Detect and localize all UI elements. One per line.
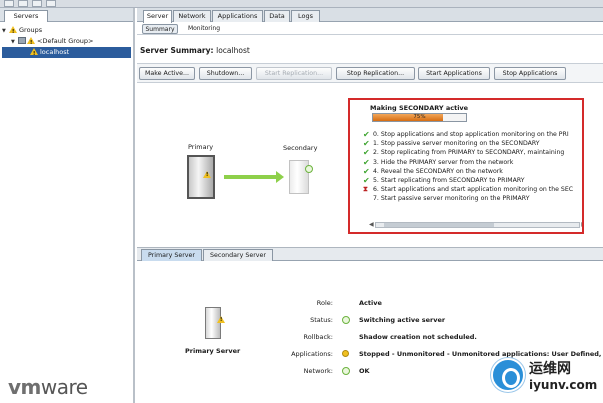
server-tree: ▼Groups ▼<Default Group> localhost	[0, 22, 133, 61]
step-list: ✔ 0. Stop applications and stop applicati…	[363, 130, 582, 204]
make-active-button[interactable]: Make Active...	[139, 67, 195, 80]
property-value: OK	[359, 367, 370, 375]
step-text: 3. Hide the PRIMARY server from the netw…	[373, 158, 514, 166]
checkmark-icon: ✔	[363, 148, 370, 158]
progress-percent: 75%	[413, 114, 426, 120]
warning-icon	[9, 26, 17, 38]
toolbar-button[interactable]	[4, 0, 14, 7]
ok-icon	[305, 165, 313, 173]
scroll-left-icon[interactable]: ◀	[369, 221, 374, 228]
left-tabbar: Servers	[0, 8, 133, 22]
scroll-right-icon[interactable]: ▶	[581, 221, 582, 228]
stop-applications-button[interactable]: Stop Applications	[494, 67, 566, 80]
ok-icon	[342, 367, 350, 375]
secondary-label: Secondary	[283, 144, 318, 152]
tree-item-label: <Default Group>	[37, 37, 94, 45]
property-value: Switching active server	[359, 316, 446, 324]
shutdown-button[interactable]: Shutdown...	[199, 67, 252, 80]
progress-panel: Making SECONDARY active 75% ✔ 0. Stop app…	[348, 98, 584, 234]
step-item: 7. Start passive server monitoring on th…	[363, 194, 582, 203]
tab-primary-server[interactable]: Primary Server	[141, 249, 202, 261]
step-text: 4. Reveal the SECONDARY on the network	[373, 167, 503, 175]
tab-secondary-server[interactable]: Secondary Server	[203, 249, 273, 261]
scrollbar-thumb[interactable]	[384, 223, 494, 227]
page-title: Server Summary: localhost	[140, 46, 250, 55]
start-replication-button[interactable]: Start Replication...	[256, 67, 332, 80]
tab-applications[interactable]: Applications	[212, 10, 263, 22]
step-item: ✔ 3. Hide the PRIMARY server from the net…	[363, 157, 582, 167]
warning-icon	[203, 171, 211, 178]
property-label: Network:	[303, 367, 333, 375]
tab-logs[interactable]: Logs	[291, 10, 320, 22]
primary-server-icon	[205, 307, 221, 339]
step-item: ✔ 2. Stop replicating from PRIMARY to SEC…	[363, 148, 582, 158]
progress-title: Making SECONDARY active	[370, 104, 469, 112]
checkmark-icon: ✔	[363, 157, 370, 167]
primary-server-label: Primary Server	[185, 347, 241, 355]
step-text: 2. Stop replicating from PRIMARY to SECO…	[373, 149, 565, 157]
property-label: Status:	[310, 316, 333, 324]
property-label: Rollback:	[303, 333, 333, 341]
property-label: Role:	[316, 299, 333, 307]
tab-summary[interactable]: Summary	[142, 24, 178, 34]
top-toolbar	[0, 0, 603, 8]
warning-icon	[27, 37, 35, 49]
group-icon	[18, 37, 26, 44]
step-text: 6. Start applications and start applicat…	[373, 186, 574, 194]
step-item: ✔ 4. Reveal the SECONDARY on the network	[363, 166, 582, 176]
checkmark-icon: ✔	[363, 175, 370, 185]
checkmark-icon: ✔	[363, 130, 370, 139]
main-tabbar: Server Network Applications Data Logs	[137, 8, 603, 23]
hourglass-icon: ⧗	[363, 185, 368, 194]
step-text: 7. Start passive server monitoring on th…	[373, 195, 530, 203]
ok-icon	[342, 316, 350, 324]
step-item: ✔ 0. Stop applications and stop applicati…	[363, 130, 582, 139]
tab-monitoring[interactable]: Monitoring	[182, 24, 226, 34]
tree-item-groups[interactable]: ▼Groups	[2, 25, 131, 38]
tab-network[interactable]: Network	[173, 10, 211, 22]
step-text: 1. Stop passive server monitoring on the…	[373, 140, 540, 148]
step-item: ✔ 5. Start replicating from SECONDARY to …	[363, 175, 582, 185]
sub-tabbar: Summary Monitoring	[137, 22, 603, 35]
warning-icon	[30, 48, 38, 60]
watermark-site: iyunv.com	[529, 378, 598, 392]
page-title-host: localhost	[216, 46, 250, 55]
vmware-logo: vmware	[8, 375, 88, 399]
step-item: ✔ 1. Stop passive server monitoring on th…	[363, 139, 582, 149]
step-text: 5. Start replicating from SECONDARY to P…	[373, 176, 525, 184]
servers-panel: Servers ▼Groups ▼<Default Group> localho…	[0, 8, 135, 403]
progress-bar: 75%	[372, 113, 467, 122]
toolbar-button[interactable]	[32, 0, 42, 7]
start-applications-button[interactable]: Start Applications	[418, 67, 490, 80]
property-value: Shadow creation not scheduled.	[359, 333, 477, 341]
horizontal-scrollbar[interactable]: ◀ ▶	[369, 221, 582, 228]
warning-icon	[217, 316, 225, 323]
replication-arrow	[224, 171, 284, 183]
watermark-cn: 运维网	[529, 361, 571, 377]
tree-item-label: localhost	[40, 48, 70, 56]
step-text: 0. Stop applications and stop applicatio…	[373, 131, 569, 138]
server-tabbar: Primary Server Secondary Server	[137, 247, 603, 261]
warning-icon	[342, 350, 349, 357]
tree-item-label: Groups	[19, 26, 43, 34]
property-label: Applications:	[291, 350, 333, 358]
tab-data[interactable]: Data	[264, 10, 290, 22]
page-title-label: Server Summary:	[140, 46, 214, 55]
primary-label: Primary	[188, 143, 214, 151]
property-value: Active	[359, 299, 382, 307]
watermark-logo-icon	[491, 358, 525, 392]
tab-servers[interactable]: Servers	[4, 10, 48, 22]
step-item: ⧗ 6. Start applications and start applica…	[363, 185, 582, 194]
toolbar-button[interactable]	[46, 0, 56, 7]
toolbar-button[interactable]	[18, 0, 28, 7]
site-watermark: 运维网 iyunv.com	[489, 352, 599, 400]
stop-replication-button[interactable]: Stop Replication...	[336, 67, 415, 80]
tree-item-localhost[interactable]: localhost	[2, 47, 131, 60]
tree-item-default-group[interactable]: ▼<Default Group>	[2, 36, 131, 49]
checkmark-icon: ✔	[363, 166, 370, 176]
action-toolbar: Make Active... Shutdown... Start Replica…	[137, 63, 603, 83]
main-panel: Server Network Applications Data Logs Su…	[137, 8, 603, 403]
checkmark-icon: ✔	[363, 139, 370, 149]
